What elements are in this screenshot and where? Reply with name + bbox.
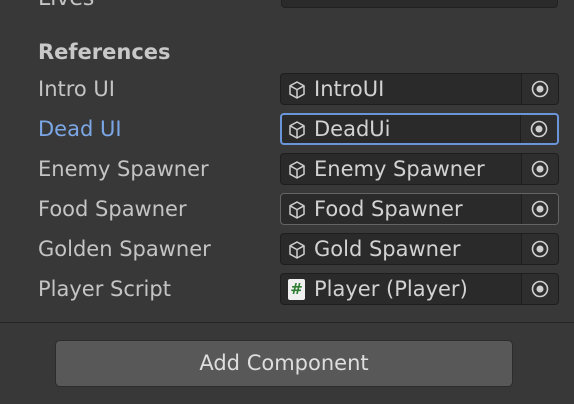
- intro-ui-object-field[interactable]: IntroUI: [280, 73, 559, 105]
- intro-ui-object-picker-button[interactable]: [521, 74, 558, 104]
- golden-spawner-field-value: Gold Spawner: [314, 237, 461, 261]
- object-picker-icon: [531, 240, 549, 258]
- enemy-spawner-object-field[interactable]: Enemy Spawner: [280, 153, 559, 185]
- gameobject-icon: [289, 201, 305, 219]
- gameobject-icon: [289, 81, 305, 99]
- add-component-button[interactable]: Add Component: [55, 340, 513, 387]
- golden-spawner-object-field[interactable]: Gold Spawner: [280, 233, 559, 265]
- object-picker-icon: [531, 280, 549, 298]
- player-script-field-value: Player (Player): [314, 277, 468, 301]
- gameobject-icon: [289, 161, 305, 179]
- food-spawner-object-field[interactable]: Food Spawner: [280, 193, 559, 225]
- property-label-food-spawner: Food Spawner: [38, 197, 187, 221]
- component-divider: [0, 322, 574, 323]
- object-picker-icon: [530, 120, 548, 138]
- script-icon: #: [288, 279, 305, 300]
- property-label-player-script: Player Script: [38, 277, 171, 301]
- food-spawner-field-value: Food Spawner: [314, 197, 463, 221]
- dead-ui-object-picker-button[interactable]: [520, 115, 557, 143]
- intro-ui-field-value: IntroUI: [314, 77, 385, 101]
- food-spawner-object-picker-button[interactable]: [521, 194, 558, 224]
- lives-field[interactable]: [281, 0, 558, 8]
- property-label-dead-ui: Dead UI: [38, 117, 122, 141]
- object-picker-icon: [531, 80, 549, 98]
- property-row-golden-spawner: Golden Spawner Gold Spawner: [0, 232, 574, 266]
- golden-spawner-object-picker-button[interactable]: [521, 234, 558, 264]
- object-picker-icon: [531, 200, 549, 218]
- property-row-enemy-spawner: Enemy Spawner Enemy Spawner: [0, 152, 574, 186]
- player-script-object-picker-button[interactable]: [521, 274, 558, 304]
- property-row-intro-ui: Intro UI IntroUI: [0, 72, 574, 106]
- enemy-spawner-object-picker-button[interactable]: [521, 154, 558, 184]
- property-label-intro-ui: Intro UI: [38, 77, 115, 101]
- property-label-enemy-spawner: Enemy Spawner: [38, 157, 209, 181]
- inspector-panel: Lives References Intro UI IntroUI Dead U…: [0, 0, 574, 404]
- partial-property-row: Lives: [0, 0, 574, 12]
- property-label-lives: Lives: [38, 0, 94, 12]
- gameobject-icon: [289, 121, 305, 139]
- dead-ui-field-value: DeadUi: [314, 117, 391, 141]
- section-header-references: References: [38, 40, 171, 64]
- property-row-food-spawner: Food Spawner Food Spawner: [0, 192, 574, 226]
- enemy-spawner-field-value: Enemy Spawner: [314, 157, 485, 181]
- property-label-golden-spawner: Golden Spawner: [38, 237, 211, 261]
- dead-ui-object-field[interactable]: DeadUi: [280, 113, 559, 145]
- player-script-object-field[interactable]: # Player (Player): [280, 273, 559, 305]
- property-row-dead-ui: Dead UI DeadUi: [0, 112, 574, 146]
- property-row-player-script: Player Script # Player (Player): [0, 272, 574, 306]
- gameobject-icon: [289, 241, 305, 259]
- object-picker-icon: [531, 160, 549, 178]
